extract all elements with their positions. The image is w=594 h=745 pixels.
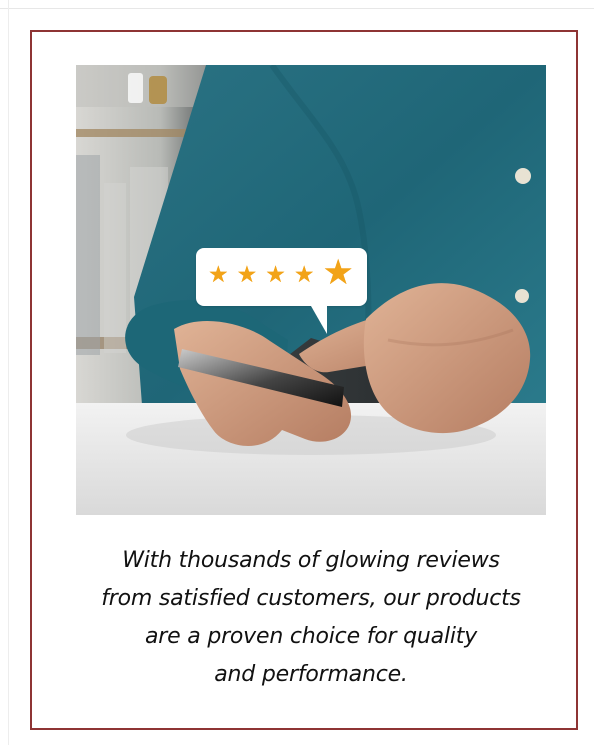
shirt-button (515, 168, 531, 184)
book-stack (104, 183, 126, 353)
caption-line-4: and performance. (214, 662, 408, 687)
customer-review-photo: ★ ★ ★ ★ ★ (76, 65, 546, 515)
star-icon: ★ (236, 262, 258, 288)
caption-line-3: are a proven choice for quality (144, 624, 478, 649)
page-top-divider (0, 8, 594, 9)
rating-stars: ★ ★ ★ ★ ★ (208, 256, 354, 291)
page-left-divider (8, 0, 9, 745)
shelf-item (149, 76, 167, 104)
shelf-item (128, 73, 143, 103)
caption-line-2: from satisfied customers, our products (101, 586, 521, 611)
shirt-button (515, 289, 529, 303)
star-icon: ★ (208, 262, 229, 288)
star-icon: ★ (265, 262, 286, 288)
book-stack (76, 155, 100, 355)
star-icon: ★ (293, 262, 315, 288)
five-star-review-bubble: ★ ★ ★ ★ ★ (196, 248, 367, 334)
highlighted-star-icon: ★ (322, 253, 354, 293)
review-caption: With thousands of glowing reviews from s… (76, 542, 546, 694)
review-promo-card: ★ ★ ★ ★ ★ With thousands of glowing revi… (30, 30, 578, 730)
caption-line-1: With thousands of glowing reviews (122, 548, 500, 573)
page-canvas: ★ ★ ★ ★ ★ With thousands of glowing revi… (0, 0, 594, 745)
